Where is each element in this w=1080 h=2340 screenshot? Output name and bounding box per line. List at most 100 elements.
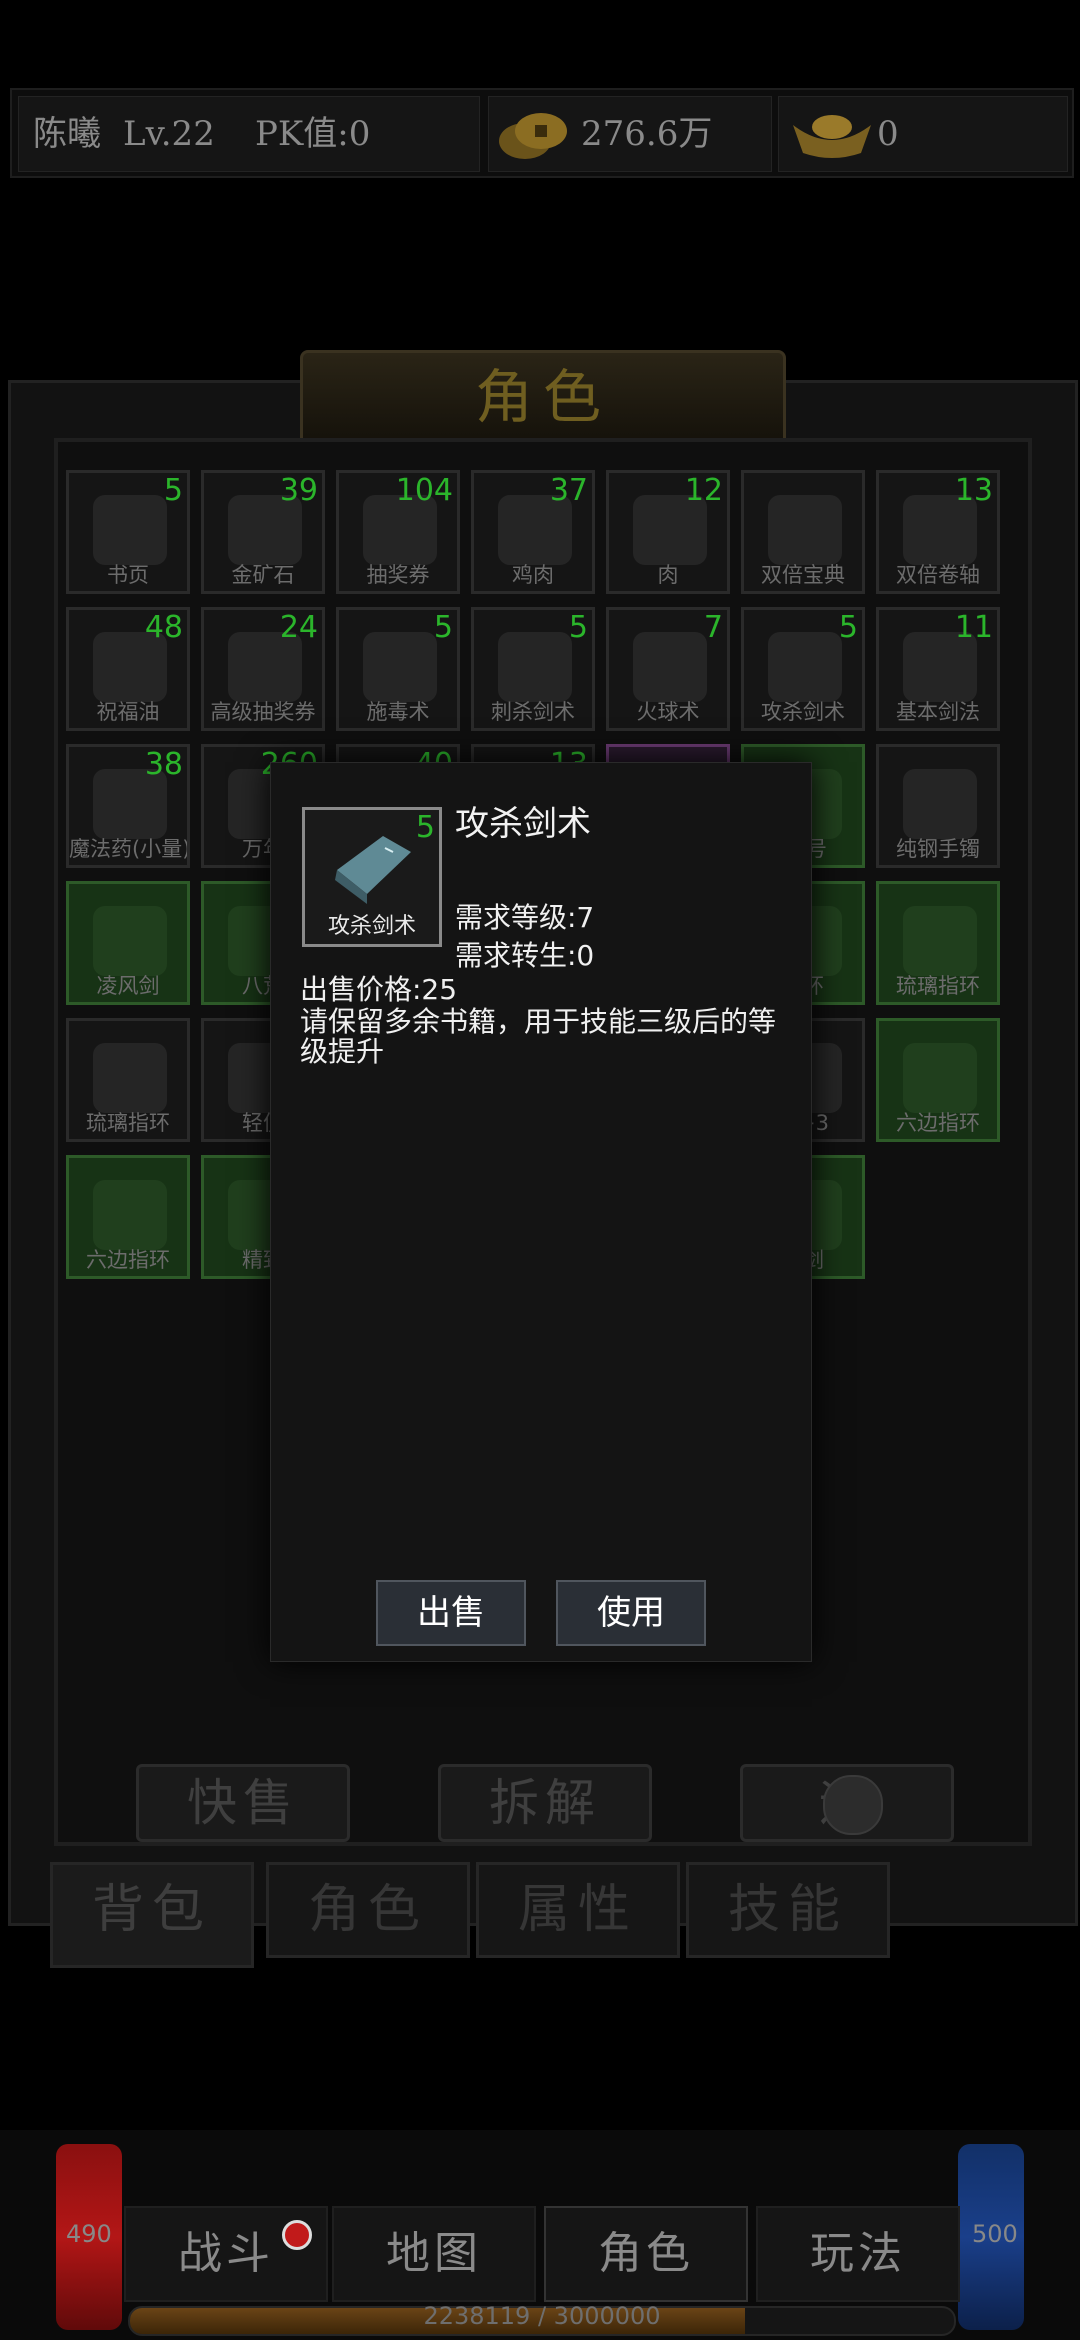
popup-item-slot: 5 攻杀剑术	[302, 807, 442, 947]
gold-amount: 276.6万	[581, 114, 713, 154]
inventory-slot[interactable]: 琉璃指环	[876, 881, 1000, 1005]
item-icon	[768, 632, 842, 702]
nav-character[interactable]: 角色	[544, 2206, 748, 2302]
panel-title-plate: 角色	[300, 350, 786, 448]
item-name: 抽奖券	[366, 563, 430, 587]
required-level: 需求等级:7	[455, 901, 595, 934]
item-name: 祝福油	[96, 700, 160, 724]
item-icon	[93, 906, 167, 976]
inventory-slot[interactable]: 48 祝福油	[66, 607, 190, 731]
item-name: 攻杀剑术	[761, 700, 845, 724]
item-count: 5	[838, 610, 858, 645]
status-bar: 陈曦 Lv.22 PK值:0 276.6万 0	[10, 88, 1074, 178]
item-count: 5	[568, 610, 588, 645]
lock-icon	[823, 1775, 883, 1835]
inventory-slot[interactable]: 104 抽奖券	[336, 470, 460, 594]
inventory-slot[interactable]: 5 施毒术	[336, 607, 460, 731]
tab-backpack[interactable]: 背包	[50, 1862, 254, 1968]
item-name: 六边指环	[86, 1248, 170, 1272]
inventory-slot[interactable]: 39 金矿石	[201, 470, 325, 594]
item-count: 104	[395, 473, 453, 508]
item-icon	[633, 632, 707, 702]
use-button[interactable]: 使用	[556, 1580, 706, 1646]
sell-button[interactable]: 出售	[376, 1580, 526, 1646]
item-name: 基本剑法	[896, 700, 980, 724]
inventory-slot[interactable]: 纯钢手镯	[876, 744, 1000, 868]
item-count: 11	[954, 610, 993, 645]
ingot-display: 0	[778, 96, 1068, 172]
item-icon	[93, 1043, 167, 1113]
nav-battle-label: 战斗	[178, 2228, 274, 2279]
inventory-slot[interactable]: 11 基本剑法	[876, 607, 1000, 731]
inventory-slot[interactable]: 凌风剑	[66, 881, 190, 1005]
popup-item-count: 5	[415, 810, 435, 845]
player-level: Lv.22	[123, 114, 215, 154]
notification-dot-icon	[282, 2220, 312, 2250]
tab-skills[interactable]: 技能	[686, 1862, 890, 1958]
ingot-amount: 0	[877, 114, 899, 154]
item-name: 施毒术	[366, 700, 430, 724]
item-name: 书页	[107, 563, 149, 587]
item-count: 38	[144, 747, 183, 782]
player-name: 陈曦	[33, 114, 101, 154]
inventory-slot[interactable]: 13 双倍卷轴	[876, 470, 1000, 594]
item-description-line2: 级提升	[300, 1035, 385, 1068]
item-count: 48	[144, 610, 183, 645]
item-name: 琉璃指环	[896, 974, 980, 998]
item-count: 24	[279, 610, 318, 645]
nav-gameplay[interactable]: 玩法	[756, 2206, 960, 2302]
item-icon	[93, 495, 167, 565]
item-count: 12	[684, 473, 723, 508]
third-action-button[interactable]: 运	[740, 1764, 954, 1842]
item-icon	[498, 632, 572, 702]
mp-value: 500	[972, 2220, 1018, 2248]
item-count: 37	[549, 473, 588, 508]
inventory-slot[interactable]: 37 鸡肉	[471, 470, 595, 594]
item-name: 鸡肉	[512, 563, 554, 587]
gold-coin-icon	[495, 105, 571, 163]
skill-book-icon	[327, 830, 417, 906]
inventory-slot[interactable]: 12 肉	[606, 470, 730, 594]
quick-sell-button[interactable]: 快售	[136, 1764, 350, 1842]
gold-ingot-icon	[787, 105, 877, 163]
inventory-slot[interactable]: 5 书页	[66, 470, 190, 594]
dismantle-button[interactable]: 拆解	[438, 1764, 652, 1842]
popup-item-label: 攻杀剑术	[327, 914, 416, 939]
hp-value: 490	[66, 2220, 112, 2248]
inventory-slot[interactable]: 38 魔法药(小量)	[66, 744, 190, 868]
gold-display: 276.6万	[488, 96, 772, 172]
item-icon	[768, 495, 842, 565]
item-name: 火球术	[636, 700, 700, 724]
item-count: 7	[703, 610, 723, 645]
inventory-slot[interactable]: 24 高级抽奖券	[201, 607, 325, 731]
tab-attributes[interactable]: 属性	[476, 1862, 680, 1958]
item-name: 肉	[657, 563, 679, 587]
item-name: 魔法药(小量)	[69, 837, 187, 861]
item-count: 13	[954, 473, 993, 508]
inventory-slot[interactable]: 六边指环	[876, 1018, 1000, 1142]
inventory-slot[interactable]: 双倍宝典	[741, 470, 865, 594]
inventory-slot[interactable]: 5 攻杀剑术	[741, 607, 865, 731]
item-name: 金矿石	[231, 563, 295, 587]
item-name: 双倍卷轴	[896, 563, 980, 587]
item-count: 39	[279, 473, 318, 508]
item-count: 5	[433, 610, 453, 645]
inventory-slot[interactable]: 琉璃指环	[66, 1018, 190, 1142]
nav-battle[interactable]: 战斗	[124, 2206, 328, 2302]
item-icon	[903, 906, 977, 976]
item-name: 双倍宝典	[761, 563, 845, 587]
item-icon	[363, 632, 437, 702]
item-icon	[903, 1043, 977, 1113]
tab-character[interactable]: 角色	[266, 1862, 470, 1958]
inventory-slot[interactable]: 7 火球术	[606, 607, 730, 731]
nav-map[interactable]: 地图	[332, 2206, 536, 2302]
inventory-slot[interactable]: 六边指环	[66, 1155, 190, 1279]
item-name: 六边指环	[896, 1111, 980, 1135]
popup-item-name: 攻杀剑术	[455, 804, 591, 844]
item-name: 刺杀剑术	[491, 700, 575, 724]
item-name: 琉璃指环	[86, 1111, 170, 1135]
inventory-slot[interactable]: 5 刺杀剑术	[471, 607, 595, 731]
item-name: 凌风剑	[96, 974, 160, 998]
exp-text: 2238119 / 3000000	[423, 2302, 661, 2330]
item-icon	[903, 769, 977, 839]
